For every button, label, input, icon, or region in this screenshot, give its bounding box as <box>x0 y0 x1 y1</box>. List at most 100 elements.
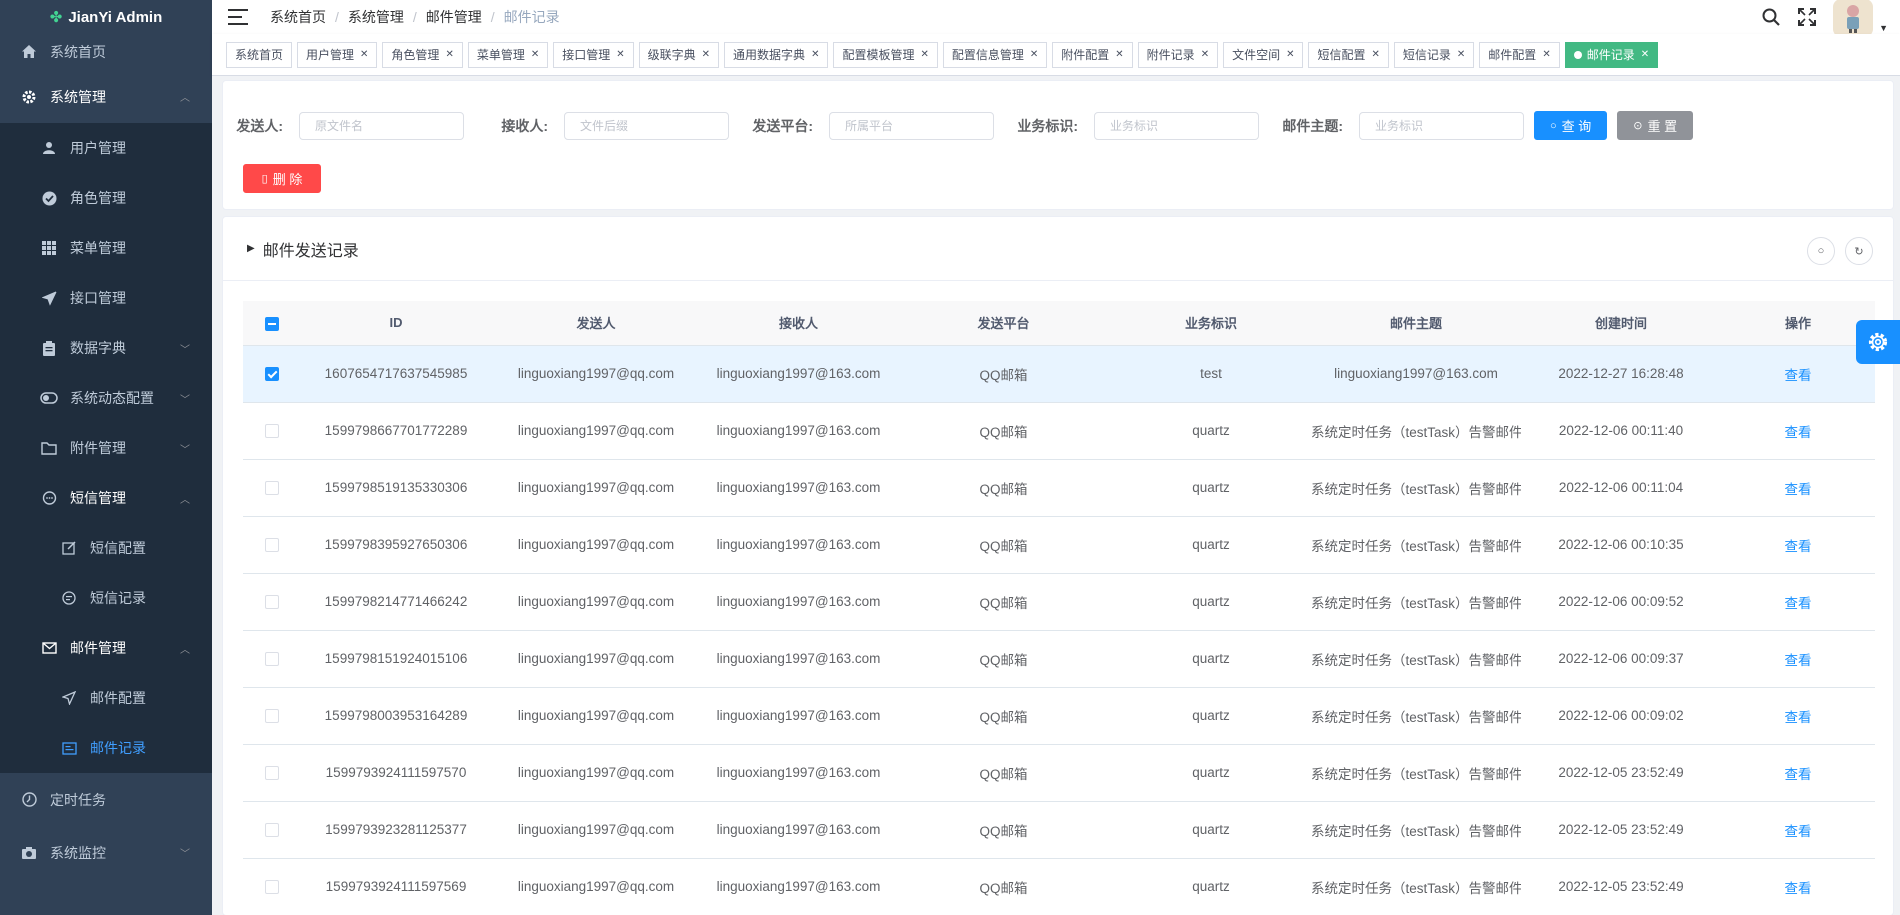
receiver-input[interactable]: 文件后缀 <box>564 111 729 140</box>
search-icon[interactable] <box>1753 0 1789 34</box>
close-icon[interactable]: ✕ <box>702 49 710 60</box>
row-select-cell[interactable] <box>243 744 301 802</box>
table-row[interactable]: 1599793923281125377 linguoxiang1997@qq.co… <box>243 801 1875 859</box>
row-select-cell[interactable] <box>243 687 301 745</box>
row-select-cell[interactable] <box>243 801 301 859</box>
caret-down-icon[interactable]: ▼ <box>1879 23 1888 33</box>
table-row[interactable]: 1599798519135330306 linguoxiang1997@qq.co… <box>243 459 1875 517</box>
subject-input[interactable]: 业务标识 <box>1359 111 1524 140</box>
delete-button[interactable]: ▯ 删 除 <box>243 164 321 193</box>
sidebar-item-users[interactable]: 用户管理 <box>0 123 212 173</box>
breadcrumb-item[interactable]: 系统首页 <box>270 7 326 27</box>
tag-item[interactable]: 配置模板管理 ✕ <box>833 41 938 68</box>
table-row[interactable]: 1599793924111597570 linguoxiang1997@qq.co… <box>243 744 1875 802</box>
table-row[interactable]: 1599793924111597569 linguoxiang1997@qq.co… <box>243 858 1875 915</box>
close-icon[interactable]: ✕ <box>811 49 819 60</box>
row-checkbox[interactable] <box>265 538 279 553</box>
hamburger-icon[interactable] <box>228 9 248 25</box>
sidebar-item-system[interactable]: 系统管理 ︿ <box>0 70 212 123</box>
row-checkbox[interactable] <box>265 424 279 439</box>
sidebar-item-dynamic-config[interactable]: 系统动态配置 ﹀ <box>0 373 212 423</box>
row-checkbox[interactable] <box>265 709 279 724</box>
close-icon[interactable]: ✕ <box>1372 49 1380 60</box>
close-icon[interactable]: ✕ <box>1457 49 1465 60</box>
sidebar-item-monitor[interactable]: 系统监控 ﹀ <box>0 826 212 879</box>
sidebar-item-menus[interactable]: 菜单管理 <box>0 223 212 273</box>
view-link[interactable]: 查看 <box>1785 368 1812 383</box>
row-checkbox[interactable] <box>265 652 279 667</box>
row-select-cell[interactable] <box>243 858 301 915</box>
tag-item[interactable]: 接口管理 ✕ <box>553 41 634 68</box>
close-icon[interactable]: ✕ <box>1030 49 1038 60</box>
row-select-cell[interactable] <box>243 573 301 631</box>
tag-item[interactable]: 短信记录 ✕ <box>1393 41 1475 68</box>
biz-input[interactable]: 业务标识 <box>1094 111 1259 140</box>
tag-item[interactable]: 通用数据字典 ✕ <box>724 41 829 68</box>
view-link[interactable]: 查看 <box>1785 482 1812 497</box>
query-button[interactable]: ○ 查 询 <box>1534 111 1608 140</box>
tag-item-active[interactable]: 邮件记录 ✕ <box>1564 41 1659 68</box>
close-icon[interactable]: ✕ <box>1542 49 1550 60</box>
sidebar-item-mail-config[interactable]: 邮件配置 <box>0 673 212 723</box>
tag-item[interactable]: 菜单管理 ✕ <box>467 41 549 68</box>
tag-item[interactable]: 级联字典 ✕ <box>638 41 720 68</box>
sidebar-item-scheduled-tasks[interactable]: 定时任务 <box>0 773 212 826</box>
sidebar-item-sms-config[interactable]: 短信配置 <box>0 523 212 573</box>
table-row[interactable]: 1599798214771466242 linguoxiang1997@qq.co… <box>243 573 1875 631</box>
sidebar-item-dictionary[interactable]: 数据字典 ﹀ <box>0 323 212 373</box>
sender-input[interactable]: 原文件名 <box>299 111 464 140</box>
row-checkbox[interactable] <box>265 481 279 496</box>
caret-right-icon[interactable]: ▶ <box>247 243 255 254</box>
view-link[interactable]: 查看 <box>1785 824 1812 839</box>
table-row[interactable]: 1607654717637545985 linguoxiang1997@qq.co… <box>243 345 1875 403</box>
breadcrumb-item[interactable]: 系统管理 <box>348 7 404 27</box>
table-row[interactable]: 1599798667701772289 linguoxiang1997@qq.co… <box>243 402 1875 460</box>
table-row[interactable]: 1599798395927650306 linguoxiang1997@qq.co… <box>243 516 1875 574</box>
select-all-checkbox[interactable] <box>265 316 279 331</box>
close-icon[interactable]: ✕ <box>1201 49 1209 60</box>
settings-gear-button[interactable] <box>1856 320 1900 364</box>
sidebar-item-apis[interactable]: 接口管理 <box>0 273 212 323</box>
breadcrumb-item[interactable]: 邮件管理 <box>426 7 482 27</box>
fullscreen-icon[interactable] <box>1789 0 1825 34</box>
close-icon[interactable]: ✕ <box>445 49 453 60</box>
close-icon[interactable]: ✕ <box>920 49 928 60</box>
table-row[interactable]: 1599798003953164289 linguoxiang1997@qq.co… <box>243 687 1875 745</box>
close-icon[interactable]: ✕ <box>1641 49 1649 60</box>
sidebar-item-mail[interactable]: 邮件管理 ︿ <box>0 623 212 673</box>
row-select-cell[interactable] <box>243 345 301 403</box>
tag-item[interactable]: 附件记录 ✕ <box>1137 41 1219 68</box>
sidebar-item-home[interactable]: 系统首页 <box>0 34 212 70</box>
row-select-cell[interactable] <box>243 402 301 460</box>
sidebar-item-sms[interactable]: 短信管理 ︿ <box>0 473 212 523</box>
row-checkbox[interactable] <box>265 823 279 838</box>
sidebar-item-roles[interactable]: 角色管理 <box>0 173 212 223</box>
card-header[interactable]: ▶ 邮件发送记录 <box>223 217 1893 281</box>
tag-item[interactable]: 用户管理 ✕ <box>297 41 378 68</box>
tag-item[interactable]: 附件配置 ✕ <box>1052 41 1133 68</box>
view-link[interactable]: 查看 <box>1785 710 1812 725</box>
view-link[interactable]: 查看 <box>1785 539 1812 554</box>
sidebar-item-mail-records[interactable]: 邮件记录 <box>0 723 212 773</box>
sidebar-item-attachments[interactable]: 附件管理 ﹀ <box>0 423 212 473</box>
close-icon[interactable]: ✕ <box>1115 49 1123 60</box>
view-link[interactable]: 查看 <box>1785 653 1812 668</box>
avatar[interactable] <box>1833 0 1874 37</box>
row-checkbox[interactable] <box>265 766 279 781</box>
reset-button[interactable]: ⊙ 重 置 <box>1617 111 1694 140</box>
close-icon[interactable]: ✕ <box>531 49 539 60</box>
tag-item[interactable]: 系统首页 <box>226 41 293 68</box>
platform-input[interactable]: 所属平台 <box>829 111 994 140</box>
row-checkbox[interactable] <box>265 367 279 382</box>
tag-item[interactable]: 短信配置 ✕ <box>1308 41 1389 68</box>
search-toggle-icon[interactable]: ○ <box>1807 237 1835 265</box>
row-checkbox[interactable] <box>265 595 279 610</box>
app-logo[interactable]: ✤ JianYi Admin <box>0 0 212 34</box>
row-select-cell[interactable] <box>243 516 301 574</box>
row-checkbox[interactable] <box>265 880 279 895</box>
table-row[interactable]: 1599798151924015106 linguoxiang1997@qq.co… <box>243 630 1875 688</box>
tag-item[interactable]: 文件空间 ✕ <box>1223 41 1304 68</box>
view-link[interactable]: 查看 <box>1785 767 1812 782</box>
view-link[interactable]: 查看 <box>1785 425 1812 440</box>
row-select-cell[interactable] <box>243 459 301 517</box>
